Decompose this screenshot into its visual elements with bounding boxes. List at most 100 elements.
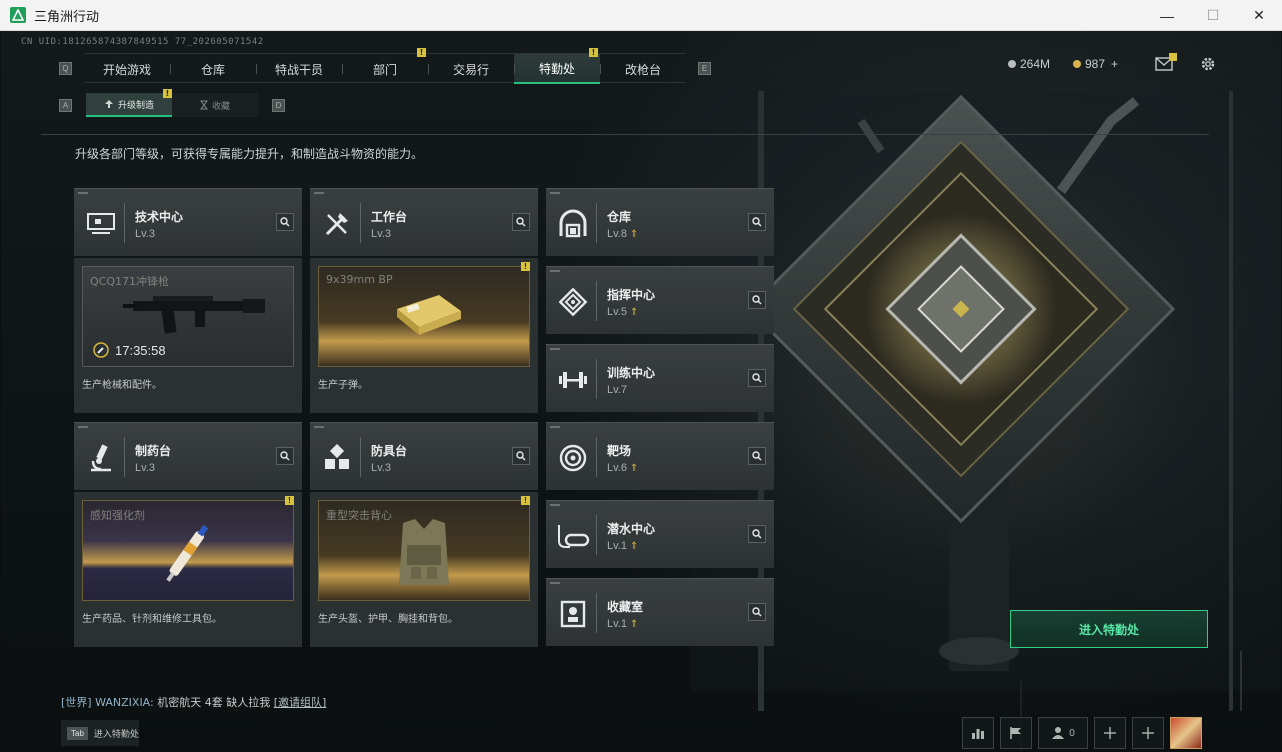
nav-next-key[interactable]: E (698, 61, 711, 75)
avatar[interactable] (1170, 717, 1202, 749)
target-icon (554, 439, 592, 477)
tab-warehouse[interactable]: 仓库 (170, 54, 256, 84)
upgrade-icon (104, 100, 113, 108)
enter-special-ops-button[interactable]: 进入特勤处 (1010, 610, 1208, 648)
upgrade-arrow-icon: ⇑ (629, 541, 639, 552)
search-icon[interactable] (748, 603, 766, 621)
computer-icon (82, 205, 120, 243)
search-icon[interactable] (276, 447, 294, 465)
game-viewport: CN UID:181265874387849515 77_20260507154… (1, 31, 1281, 751)
notification-badge: ! (521, 496, 530, 505)
vest-image (399, 519, 449, 585)
nav-prev-key[interactable]: Q (59, 61, 72, 75)
product-panel-pharmacy[interactable]: 感知强化剂 ! 生产药品、针剂和维修工具包。 (74, 492, 302, 647)
friends-button[interactable]: 0 (1038, 717, 1088, 749)
diving-mask-icon (554, 517, 592, 555)
search-icon[interactable] (512, 447, 530, 465)
tab-trade[interactable]: 交易行 (428, 54, 514, 84)
dumbbell-icon (554, 361, 592, 399)
collection-icon (554, 595, 592, 633)
smg-image (123, 296, 265, 334)
mail-icon[interactable] (1155, 53, 1177, 76)
nav-tabs: 开始游戏 仓库 特战干员 部门! 交易行 特勤处! 改枪台 (84, 48, 686, 84)
tab-upgrade-craft[interactable]: 升级制造 ! (86, 89, 172, 117)
tab-special-ops[interactable]: 特勤处! (514, 48, 600, 84)
station-card-warehouse[interactable]: 仓库 Lv.8 ⇑ (546, 188, 774, 256)
add-friend-plus-icon[interactable] (1094, 717, 1126, 749)
invite-team-link[interactable]: [邀请组队] (274, 696, 327, 709)
wrench-timer-icon (93, 342, 109, 358)
upgrade-arrow-icon: ⇑ (629, 307, 639, 318)
flag-icon[interactable] (1000, 717, 1032, 749)
station-card-diving-center[interactable]: 潜水中心 Lv.1 ⇑ (546, 500, 774, 568)
station-card-pharmacy[interactable]: 制药台 Lv.3 (74, 422, 302, 490)
vault-icon (554, 205, 592, 243)
search-icon[interactable] (748, 291, 766, 309)
user-id: CN UID:181265874387849515 77_20260507154… (21, 37, 264, 47)
maximize-button[interactable]: ☐ (1190, 0, 1236, 31)
tab-key: Tab (67, 726, 88, 740)
window-titlebar: 三角洲行动 — ☐ ✕ (0, 0, 1282, 31)
subnav-next-key[interactable]: D (272, 98, 285, 112)
upgrade-arrow-icon: ⇑ (629, 229, 639, 240)
product-panel-workbench[interactable]: 9x39mm BP ! 生产子弹。 (310, 258, 538, 413)
command-icon (554, 283, 592, 321)
station-card-collection-room[interactable]: 收藏室 Lv.1 ⇑ (546, 578, 774, 646)
product-panel-tech-center[interactable]: QCQ171冲锋枪 17:35:58 生产枪械和配件。 (74, 258, 302, 413)
currency-silver: 264M (1008, 57, 1050, 71)
search-icon[interactable] (748, 213, 766, 231)
window-title: 三角洲行动 (34, 9, 100, 25)
friends-count: 0 (1069, 727, 1075, 739)
stats-icon[interactable] (962, 717, 994, 749)
currency-gold[interactable]: 987 + (1073, 57, 1118, 71)
hourglass-icon (199, 100, 208, 110)
tab-department[interactable]: 部门! (342, 48, 428, 84)
close-button[interactable]: ✕ (1236, 0, 1282, 31)
notification-badge: ! (589, 48, 598, 57)
notification-badge: ! (521, 262, 530, 271)
page-description: 升级各部门等级，可获得专属能力提升，和制造战斗物资的能力。 (75, 147, 424, 161)
divider (41, 134, 1209, 135)
product-panel-armor-bench[interactable]: 重型突击背心 ! 生产头盔、护甲、胸挂和背包。 (310, 492, 538, 647)
station-card-armor-bench[interactable]: 防具台 Lv.3 (310, 422, 538, 490)
settings-gear-icon[interactable] (1199, 55, 1217, 78)
tools-icon (318, 205, 356, 243)
microscope-icon (82, 439, 120, 477)
tab-hint[interactable]: Tab 进入特勤处 (61, 720, 139, 746)
upgrade-arrow-icon: ⇑ (629, 463, 639, 474)
cubes-icon (318, 439, 356, 477)
app-logo-icon (10, 7, 26, 23)
tab-collection[interactable]: 收藏 (172, 93, 258, 117)
search-icon[interactable] (512, 213, 530, 231)
tab-start-game[interactable]: 开始游戏 (84, 54, 170, 84)
station-card-tech-center[interactable]: 技术中心 Lv.3 (74, 188, 302, 256)
minimize-button[interactable]: — (1144, 0, 1190, 31)
search-icon[interactable] (748, 447, 766, 465)
gold-coin-icon (1073, 60, 1081, 68)
station-card-command-center[interactable]: 指挥中心 Lv.5 ⇑ (546, 266, 774, 334)
main-nav: Q 开始游戏 仓库 特战干员 部门! 交易行 特勤处! 改枪台 E (59, 48, 711, 84)
friends-icon (1052, 727, 1065, 739)
subnav-prev-key[interactable]: A (59, 98, 72, 112)
station-card-training-center[interactable]: 训练中心 Lv.7 (546, 344, 774, 412)
ammo-box-image (397, 295, 461, 335)
tab-operators[interactable]: 特战干员 (256, 54, 342, 84)
sub-nav: A 升级制造 ! 收藏 D (59, 89, 285, 117)
station-card-workbench[interactable]: 工作台 Lv.3 (310, 188, 538, 256)
notification-badge: ! (285, 496, 294, 505)
bottom-toolbar: 0 (956, 717, 1202, 749)
notification-badge: ! (163, 89, 172, 98)
world-chat-line[interactable]: [世界] WANZIXIA: 机密航天 4套 缺人拉我 [邀请组队] (61, 694, 326, 710)
search-icon[interactable] (276, 213, 294, 231)
search-icon[interactable] (748, 525, 766, 543)
craft-timer: 17:35:58 (93, 342, 166, 358)
notification-badge: ! (417, 48, 426, 57)
search-icon[interactable] (748, 369, 766, 387)
add-currency-button[interactable]: + (1111, 57, 1118, 71)
tab-gunsmith[interactable]: 改枪台 (600, 54, 686, 84)
silver-coin-icon (1008, 60, 1016, 68)
add-team-plus-icon[interactable] (1132, 717, 1164, 749)
injector-image (166, 524, 209, 582)
station-card-shooting-range[interactable]: 靶场 Lv.6 ⇑ (546, 422, 774, 490)
upgrade-arrow-icon: ⇑ (629, 619, 639, 630)
